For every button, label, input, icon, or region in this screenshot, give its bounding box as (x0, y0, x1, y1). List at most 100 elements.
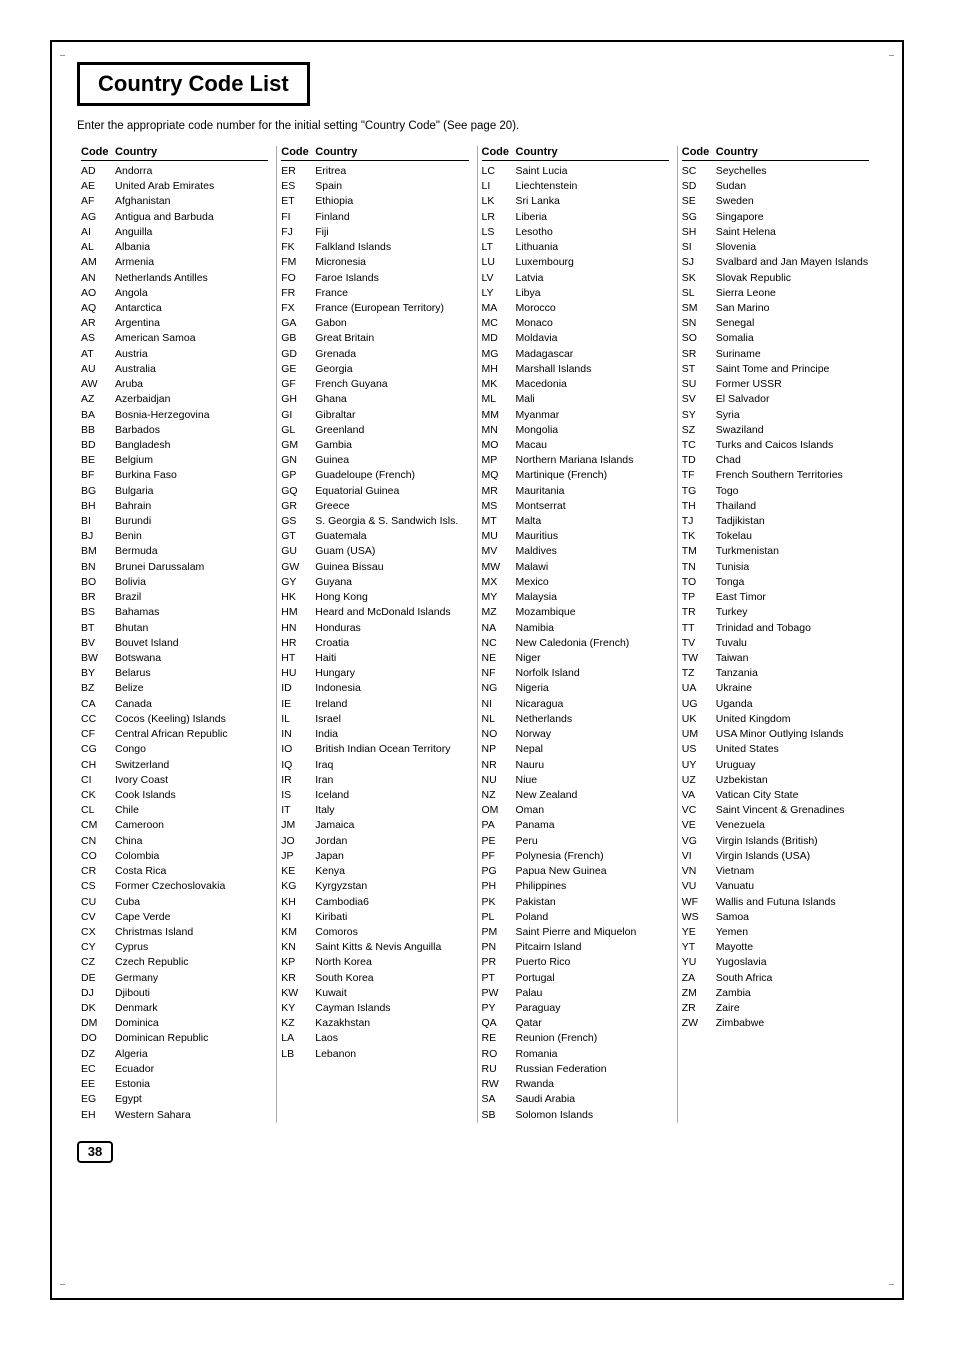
country-code: BV (81, 636, 115, 651)
country-name: Christmas Island (115, 925, 268, 940)
table-row: LYLibya (482, 286, 669, 301)
country-name: Greece (315, 499, 468, 514)
country-code: BO (81, 575, 115, 590)
col-header-country: Country (315, 146, 468, 158)
country-code: CG (81, 742, 115, 757)
page-number: 38 (77, 1141, 113, 1163)
country-name: Tokelau (716, 529, 869, 544)
table-row: SCSeychelles (682, 164, 869, 179)
country-code: SI (682, 240, 716, 255)
country-code: TJ (682, 514, 716, 529)
table-row: PKPakistan (482, 895, 669, 910)
country-code: HT (281, 651, 315, 666)
table-row: UGUganda (682, 697, 869, 712)
country-code: LI (482, 179, 516, 194)
table-row: ASAmerican Samoa (81, 331, 268, 346)
country-name: Andorra (115, 164, 268, 179)
table-row: ALAlbania (81, 240, 268, 255)
country-name: Honduras (315, 621, 468, 636)
country-code: HM (281, 605, 315, 620)
table-row: SGSingapore (682, 210, 869, 225)
country-name: British Indian Ocean Territory (315, 742, 468, 757)
country-name: Jamaica (315, 818, 468, 833)
country-name: Tanzania (716, 666, 869, 681)
country-code: MK (482, 377, 516, 392)
country-name: Cape Verde (115, 910, 268, 925)
country-code: GI (281, 408, 315, 423)
country-code: BM (81, 544, 115, 559)
country-name: Liberia (516, 210, 669, 225)
table-row: CKCook Islands (81, 788, 268, 803)
country-code: DO (81, 1031, 115, 1046)
table-row: TFFrench Southern Territories (682, 468, 869, 483)
country-name: Bangladesh (115, 438, 268, 453)
country-code: EE (81, 1077, 115, 1092)
country-name: Bouvet Island (115, 636, 268, 651)
table-row: WFWallis and Futuna Islands (682, 895, 869, 910)
table-row: TMTurkmenistan (682, 544, 869, 559)
country-code: AT (81, 347, 115, 362)
country-name: Guinea (315, 453, 468, 468)
table-row: CRCosta Rica (81, 864, 268, 879)
country-code: MW (482, 560, 516, 575)
table-row: EEEstonia (81, 1077, 268, 1092)
country-name: Macedonia (516, 377, 669, 392)
table-row: TOTonga (682, 575, 869, 590)
country-name: Jordan (315, 834, 468, 849)
country-code: BW (81, 651, 115, 666)
corner-br: ⎯ (889, 1279, 894, 1290)
country-code: VI (682, 849, 716, 864)
country-name: Laos (315, 1031, 468, 1046)
country-code: CV (81, 910, 115, 925)
table-row: BYBelarus (81, 666, 268, 681)
country-code: CX (81, 925, 115, 940)
country-code: NU (482, 773, 516, 788)
table-row: BFBurkina Faso (81, 468, 268, 483)
country-code: CA (81, 697, 115, 712)
country-code: UZ (682, 773, 716, 788)
table-row: DEGermany (81, 971, 268, 986)
country-name: Israel (315, 712, 468, 727)
country-code: TO (682, 575, 716, 590)
table-row: CCCocos (Keeling) Islands (81, 712, 268, 727)
table-row: BSBahamas (81, 605, 268, 620)
page-title: Country Code List (77, 62, 310, 106)
country-code: CC (81, 712, 115, 727)
country-name: Bahrain (115, 499, 268, 514)
country-code: VE (682, 818, 716, 833)
country-code: PA (482, 818, 516, 833)
country-code: SM (682, 301, 716, 316)
country-code: DM (81, 1016, 115, 1031)
country-name: Bhutan (115, 621, 268, 636)
table-row: PEPeru (482, 834, 669, 849)
country-code: DE (81, 971, 115, 986)
table-row: MWMalawi (482, 560, 669, 575)
country-name: Kazakhstan (315, 1016, 468, 1031)
country-code: RE (482, 1031, 516, 1046)
country-code: AD (81, 164, 115, 179)
table-row: MZMozambique (482, 605, 669, 620)
country-code: MA (482, 301, 516, 316)
country-code: HK (281, 590, 315, 605)
table-row: TDChad (682, 453, 869, 468)
country-name: Mali (516, 392, 669, 407)
table-row: AGAntigua and Barbuda (81, 210, 268, 225)
country-name: Egypt (115, 1092, 268, 1107)
col-header-code: Code (81, 146, 115, 158)
country-name: Namibia (516, 621, 669, 636)
country-name: Former USSR (716, 377, 869, 392)
country-name: San Marino (716, 301, 869, 316)
country-name: Bosnia-Herzegovina (115, 408, 268, 423)
country-name: Solomon Islands (516, 1108, 669, 1123)
table-row: LVLatvia (482, 271, 669, 286)
country-name: Norfolk Island (516, 666, 669, 681)
country-name: Pakistan (516, 895, 669, 910)
country-name: Bahamas (115, 605, 268, 620)
table-row: VUVanuatu (682, 879, 869, 894)
table-row: IDIndonesia (281, 681, 468, 696)
country-name: Ireland (315, 697, 468, 712)
table-row: IQIraq (281, 758, 468, 773)
country-name: Myanmar (516, 408, 669, 423)
country-name: Tuvalu (716, 636, 869, 651)
table-row: PWPalau (482, 986, 669, 1001)
